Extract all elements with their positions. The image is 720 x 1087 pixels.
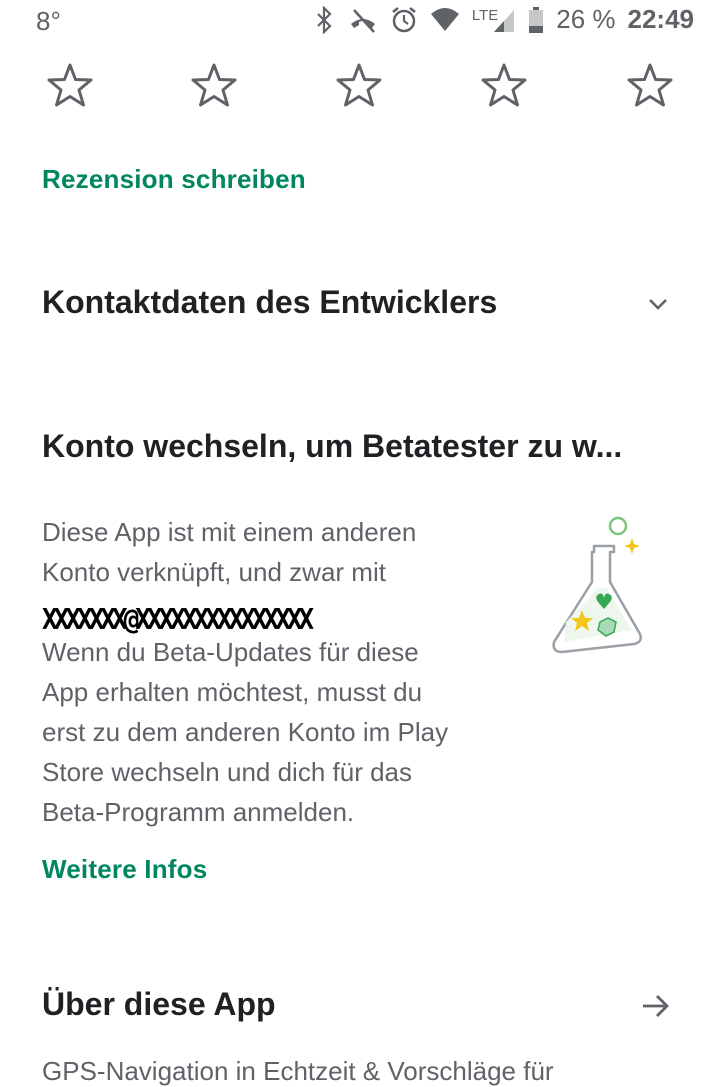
- beta-text-line: Store wechseln und dich für das: [42, 757, 412, 787]
- star-3-icon[interactable]: [333, 60, 385, 112]
- temperature: 8°: [36, 6, 61, 36]
- beta-flask-illustration: [552, 516, 642, 654]
- rating-stars: [0, 60, 720, 120]
- beta-text-line: Diese App ist mit einem anderen: [42, 517, 417, 547]
- clock: 22:49: [627, 4, 695, 34]
- more-info-link[interactable]: Weitere Infos: [42, 854, 207, 885]
- about-app-description: GPS-Navigation in Echtzeit & Vorschläge …: [42, 1056, 554, 1086]
- wifi-icon: [430, 7, 459, 31]
- alarm-icon: [392, 6, 416, 32]
- bluetooth-icon: [317, 5, 332, 34]
- beta-text-line: Beta-Programm anmelden.: [42, 797, 355, 827]
- battery-icon: [529, 6, 544, 33]
- beta-heading: Konto wechseln, um Betatester zu w...: [42, 428, 623, 464]
- star-1-icon[interactable]: [44, 60, 96, 112]
- chevron-down-icon[interactable]: [646, 292, 670, 316]
- developer-contact-heading: Kontaktdaten des Entwicklers: [42, 284, 498, 320]
- network-type: LTE: [471, 6, 499, 24]
- write-review-link[interactable]: Rezension schreiben: [42, 164, 306, 195]
- about-app-heading: Über diese App: [42, 986, 276, 1022]
- beta-text-line: Konto verknüpft, und zwar mit: [42, 557, 386, 587]
- arrow-right-icon[interactable]: [640, 990, 672, 1022]
- beta-description: Diese App ist mit einem anderen Konto ve…: [42, 512, 512, 832]
- status-bar: 8° LTE 26 % 22:49: [0, 0, 720, 44]
- beta-text-line: App erhalten möchtest, musst du: [42, 677, 423, 707]
- beta-text-line: erst zu dem anderen Konto im Play: [42, 717, 449, 747]
- status-icons: LTE 26 % 22:49: [312, 4, 694, 35]
- star-2-icon[interactable]: [188, 60, 240, 112]
- no-calls-icon: [350, 8, 375, 33]
- redacted-email: XXXXXXX@XXXXXXXXXXXXXXX: [42, 603, 314, 637]
- battery-percentage: 26 %: [556, 4, 616, 34]
- star-4-icon[interactable]: [478, 60, 530, 112]
- star-5-icon[interactable]: [624, 60, 676, 112]
